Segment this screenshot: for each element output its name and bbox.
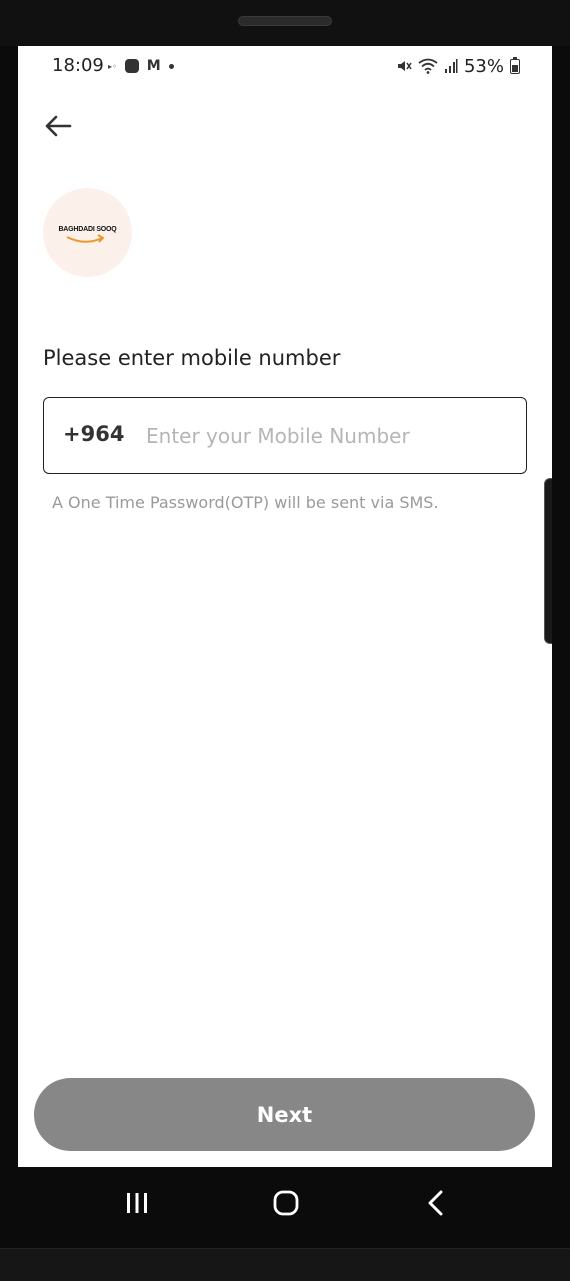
mobile-number-input[interactable] [144,412,518,460]
signal-icon [444,59,458,73]
status-icons-left: ▸◦ M [108,56,174,76]
smile-arrow-icon [66,234,105,243]
next-button[interactable]: Next [34,1078,535,1151]
device-frame-top [0,0,570,46]
notification-dot-icon [168,63,174,69]
country-code[interactable]: +964 [63,422,124,446]
side-edge-handle [544,478,552,644]
recents-button[interactable] [107,1183,167,1223]
phone-input-group: +964 [43,397,527,474]
status-icons-right: 53% [396,55,520,77]
speaker-grille [238,16,332,26]
battery-icon [510,56,520,74]
back-button[interactable] [38,106,78,146]
home-button[interactable] [256,1183,316,1223]
logo-text: BAGHDADI SOOQ [58,226,117,233]
mute-icon [397,61,412,71]
app-screen: 18:09 ▸◦ M 53% BAGHDADI SOOQ Please ente… [18,46,552,1167]
mobile-number-label: Please enter mobile number [43,346,341,370]
brand-logo: BAGHDADI SOOQ [43,188,132,277]
status-bar: 18:09 ▸◦ M 53% [18,46,552,86]
home-icon [273,1190,299,1216]
status-time: 18:09 [52,55,104,76]
wifi-icon [418,58,438,74]
system-back-button[interactable] [406,1183,466,1223]
pay-icon [124,59,139,73]
device-frame-bottom [0,1248,570,1281]
battery-percent: 53% [463,55,504,77]
back-icon [428,1190,443,1216]
arrow-left-icon [45,115,72,137]
carrier-icon: ▸◦ [108,61,117,71]
gmail-icon: M [146,58,161,74]
otp-helper-text: A One Time Password(OTP) will be sent vi… [52,493,439,512]
recents-icon [127,1193,147,1213]
